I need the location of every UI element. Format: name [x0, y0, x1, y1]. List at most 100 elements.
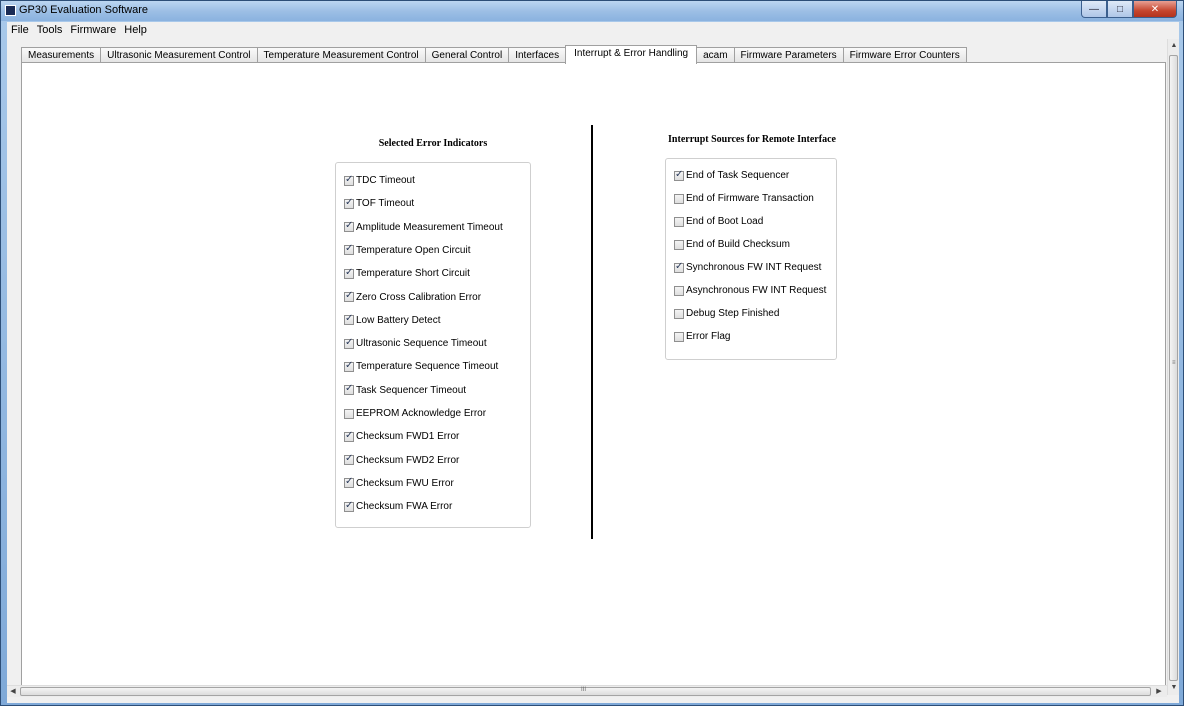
- menu-tools[interactable]: Tools: [33, 24, 67, 36]
- interrupt-source-checkbox-row[interactable]: Asynchronous FW INT Request: [674, 285, 826, 296]
- tab-panel: [21, 62, 1166, 692]
- error-indicator-checkbox-row[interactable]: Checksum FWA Error: [344, 500, 453, 513]
- error-indicator-checkbox-label: Amplitude Measurement Timeout: [356, 221, 503, 233]
- tab-interrupt-error-handling[interactable]: Interrupt & Error Handling: [565, 45, 698, 64]
- scroll-right-icon[interactable]: ▶: [1153, 685, 1165, 699]
- scroll-up-icon[interactable]: ▲: [1168, 39, 1180, 53]
- error-indicator-checkbox[interactable]: [344, 408, 354, 419]
- error-indicator-checkbox-row[interactable]: EEPROM Acknowledge Error: [344, 408, 486, 419]
- interrupt-source-checkbox-label: Synchronous FW INT Request: [686, 262, 822, 273]
- error-indicator-checkbox[interactable]: [344, 197, 354, 209]
- error-indicator-checkbox[interactable]: [344, 313, 354, 326]
- interrupt-source-checkbox[interactable]: [674, 308, 684, 319]
- error-indicator-checkbox[interactable]: [344, 500, 354, 512]
- horizontal-grip: III: [581, 687, 587, 693]
- error-indicator-checkbox-row[interactable]: TOF Timeout: [344, 197, 415, 210]
- error-indicator-checkbox[interactable]: [344, 453, 354, 466]
- error-indicator-checkbox-label: Task Sequencer Timeout: [356, 384, 467, 396]
- error-indicator-checkbox-row[interactable]: Temperature Sequence Timeout: [344, 360, 499, 373]
- interrupt-source-checkbox-row[interactable]: End of Task Sequencer: [674, 169, 790, 181]
- error-indicator-checkbox-row[interactable]: TDC Timeout: [344, 174, 415, 186]
- tab-general-control[interactable]: General Control: [424, 47, 510, 63]
- error-indicator-checkbox[interactable]: [344, 337, 354, 349]
- menu-file[interactable]: File: [7, 24, 33, 36]
- tab-acam[interactable]: acam: [696, 47, 735, 63]
- tab-firmware-parameters[interactable]: Firmware Parameters: [733, 47, 844, 63]
- maximize-icon: □: [1116, 3, 1124, 15]
- interrupt-source-checkbox-row[interactable]: Debug Step Finished: [674, 308, 779, 319]
- tab-strip: Measurements Ultrasonic Measurement Cont…: [21, 45, 967, 64]
- error-indicator-checkbox[interactable]: [344, 290, 354, 302]
- interrupt-source-checkbox[interactable]: [674, 331, 684, 342]
- interrupt-source-checkbox-row[interactable]: Synchronous FW INT Request: [674, 261, 822, 273]
- error-indicator-checkbox[interactable]: [344, 243, 354, 256]
- interrupt-source-checkbox-label: Debug Step Finished: [686, 308, 780, 319]
- error-indicator-checkbox-label: EEPROM Acknowledge Error: [356, 408, 487, 419]
- error-indicator-checkbox-label: Temperature Sequence Timeout: [356, 361, 499, 373]
- horizontal-scroll-thumb[interactable]: III: [20, 687, 1151, 696]
- scroll-left-icon[interactable]: ◀: [7, 685, 19, 699]
- interrupt-source-checkbox-row[interactable]: End of Build Checksum: [674, 239, 790, 250]
- error-indicator-checkbox-label: Ultrasonic Sequence Timeout: [356, 338, 487, 350]
- close-icon: ✕: [1150, 3, 1160, 15]
- tab-firmware-error-counters[interactable]: Firmware Error Counters: [842, 47, 967, 63]
- client-area: File Tools Firmware Help Measurements Ul…: [7, 22, 1179, 703]
- error-indicator-checkbox-row[interactable]: Ultrasonic Sequence Timeout: [344, 337, 487, 350]
- interrupt-source-checkbox[interactable]: [674, 239, 684, 250]
- interrupt-source-checkbox-row[interactable]: End of Firmware Transaction: [674, 193, 814, 204]
- interrupt-source-checkbox-row[interactable]: End of Boot Load: [674, 216, 763, 227]
- error-indicator-checkbox-row[interactable]: Low Battery Detect: [344, 313, 441, 326]
- error-indicator-checkbox[interactable]: [344, 360, 354, 372]
- error-indicator-checkbox-label: Low Battery Detect: [356, 314, 441, 326]
- panel-divider: [591, 125, 593, 539]
- error-indicator-checkbox-label: Temperature Open Circuit: [356, 244, 471, 256]
- menu-firmware[interactable]: Firmware: [66, 24, 120, 36]
- tab-measurements[interactable]: Measurements: [21, 47, 102, 63]
- interrupt-source-checkbox[interactable]: [674, 169, 684, 181]
- interrupt-source-checkbox[interactable]: [674, 193, 684, 204]
- error-indicator-checkbox-row[interactable]: Temperature Short Circuit: [344, 267, 470, 280]
- interrupt-source-checkbox[interactable]: [674, 285, 684, 296]
- interrupt-source-checkbox-row[interactable]: Error Flag: [674, 331, 730, 342]
- error-indicator-checkbox[interactable]: [344, 220, 354, 233]
- error-indicator-checkbox-row[interactable]: Temperature Open Circuit: [344, 243, 471, 256]
- error-indicator-checkbox-row[interactable]: Zero Cross Calibration Error: [344, 290, 481, 303]
- tab-temperature-measurement-control[interactable]: Temperature Measurement Control: [256, 47, 426, 63]
- vertical-scroll-thumb[interactable]: ≡: [1169, 55, 1178, 681]
- error-indicator-checkbox[interactable]: [344, 174, 354, 186]
- vertical-scrollbar[interactable]: ▲ ≡ ▼: [1167, 39, 1179, 695]
- error-indicator-checkbox[interactable]: [344, 430, 354, 442]
- interrupt-sources-title: Interrupt Sources for Remote Interface: [668, 134, 836, 145]
- tab-ultrasonic-measurement-control[interactable]: Ultrasonic Measurement Control: [100, 47, 258, 63]
- error-indicator-checkbox-label: Checksum FWA Error: [356, 501, 453, 513]
- error-indicators-title: Selected Error Indicators: [378, 138, 488, 149]
- error-indicator-checkbox[interactable]: [344, 383, 354, 396]
- tab-interfaces[interactable]: Interfaces: [508, 47, 567, 63]
- maximize-button[interactable]: □: [1107, 1, 1133, 18]
- error-indicator-checkbox[interactable]: [344, 267, 354, 279]
- error-indicator-checkbox-row[interactable]: Checksum FWD2 Error: [344, 453, 459, 466]
- error-indicator-checkbox-label: Temperature Short Circuit: [356, 268, 470, 280]
- close-button[interactable]: ✕: [1133, 1, 1177, 18]
- interrupt-source-checkbox-label: Asynchronous FW INT Request: [686, 285, 827, 296]
- error-indicator-checkbox-row[interactable]: Checksum FWD1 Error: [344, 430, 460, 443]
- interrupt-sources-group: End of Task Sequencer End of Firmware Tra…: [665, 158, 837, 360]
- app-window: GP30 Evaluation Software — □ ✕ File Tool…: [0, 0, 1184, 706]
- scroll-down-icon[interactable]: ▼: [1168, 681, 1180, 695]
- error-indicator-checkbox[interactable]: [344, 476, 354, 489]
- error-indicator-checkbox-label: Checksum FWU Error: [356, 477, 454, 489]
- error-indicator-checkbox-row[interactable]: Checksum FWU Error: [344, 476, 454, 489]
- window-title: GP30 Evaluation Software: [19, 4, 149, 16]
- minimize-button[interactable]: —: [1081, 1, 1107, 18]
- interrupt-source-checkbox[interactable]: [674, 261, 684, 273]
- horizontal-scrollbar[interactable]: ◀ III ▶: [7, 685, 1167, 697]
- interrupt-source-checkbox[interactable]: [674, 216, 684, 227]
- error-indicator-checkbox-label: TOF Timeout: [356, 198, 415, 210]
- app-icon[interactable]: [5, 5, 16, 16]
- menu-help[interactable]: Help: [120, 24, 151, 36]
- error-indicator-checkbox-row[interactable]: Task Sequencer Timeout: [344, 383, 467, 396]
- interrupt-source-checkbox-label: End of Task Sequencer: [686, 170, 790, 181]
- error-indicator-checkbox-label: Checksum FWD1 Error: [356, 431, 460, 443]
- error-indicator-checkbox-row[interactable]: Amplitude Measurement Timeout: [344, 220, 503, 233]
- title-bar[interactable]: GP30 Evaluation Software — □ ✕: [1, 1, 1183, 21]
